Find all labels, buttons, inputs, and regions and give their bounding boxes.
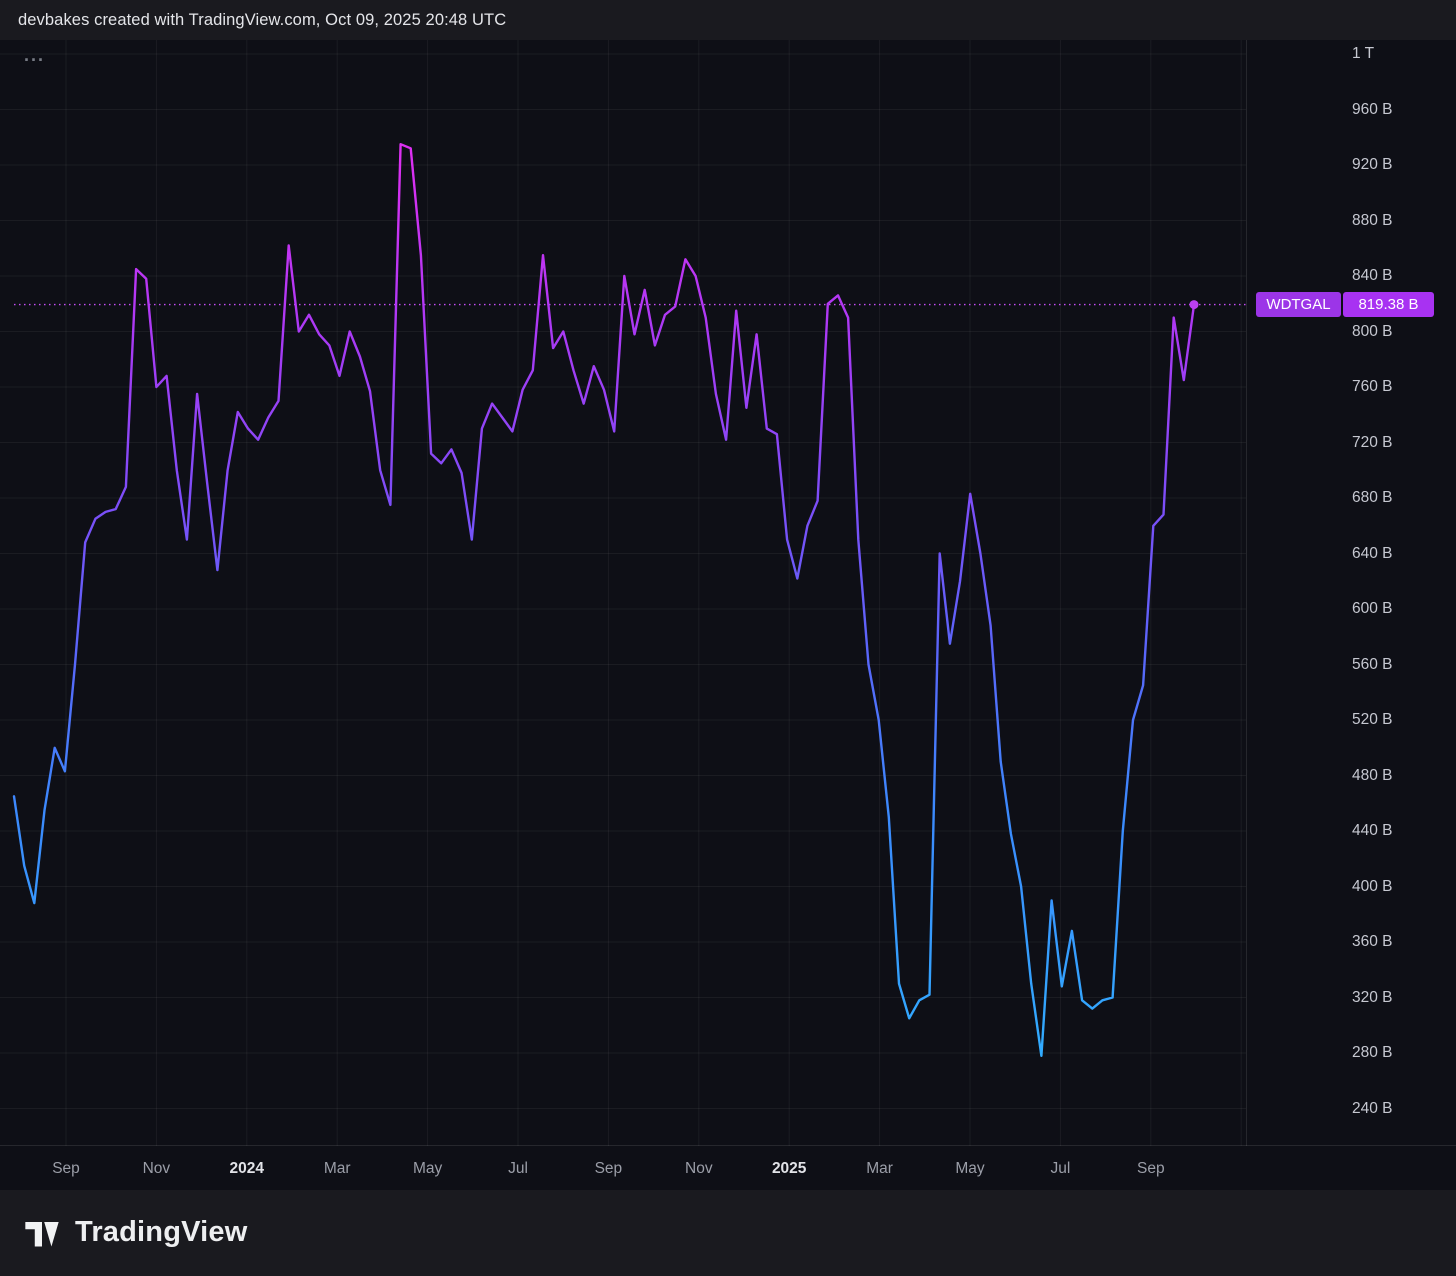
x-axis-label: Jul bbox=[473, 1160, 563, 1178]
x-axis-label: May bbox=[383, 1160, 473, 1178]
x-axis-label: May bbox=[925, 1160, 1015, 1178]
x-axis-label: 2025 bbox=[744, 1160, 834, 1178]
x-axis-label: Mar bbox=[835, 1160, 925, 1178]
symbol-label-badge: WDTGAL bbox=[1256, 292, 1341, 317]
x-axis-label: Jul bbox=[1015, 1160, 1105, 1178]
brand-wordmark: TradingView bbox=[75, 1216, 248, 1249]
y-axis-label: 640 B bbox=[1352, 545, 1393, 563]
y-axis-label: 360 B bbox=[1352, 933, 1393, 951]
y-axis-label: 480 B bbox=[1352, 767, 1393, 785]
price-axis[interactable]: 1 T 960 B 920 B 880 B 840 B 800 B 760 B 720 B 68… bbox=[0, 40, 1456, 1146]
last-price-badge: 819.38 B bbox=[1343, 292, 1434, 317]
x-axis-label: Mar bbox=[292, 1160, 382, 1178]
y-axis-label: 920 B bbox=[1352, 156, 1393, 174]
y-axis-label: 560 B bbox=[1352, 656, 1393, 674]
y-axis-label: 600 B bbox=[1352, 600, 1393, 618]
x-axis-label: Sep bbox=[21, 1160, 111, 1178]
tradingview-logo-icon bbox=[22, 1212, 62, 1252]
y-axis-label: 960 B bbox=[1352, 101, 1393, 119]
y-axis-label: 880 B bbox=[1352, 212, 1393, 230]
y-axis-label: 800 B bbox=[1352, 323, 1393, 341]
attribution-bar: devbakes created with TradingView.com, O… bbox=[0, 0, 1456, 40]
x-axis-label: Nov bbox=[111, 1160, 201, 1178]
footer: TradingView bbox=[0, 1190, 1456, 1276]
time-axis[interactable]: SepNov2024MarMayJulSepNov2025MarMayJulSe… bbox=[0, 1146, 1456, 1190]
y-axis-label: 440 B bbox=[1352, 822, 1393, 840]
y-axis-label: 680 B bbox=[1352, 489, 1393, 507]
y-axis-label: 240 B bbox=[1352, 1100, 1393, 1118]
tradingview-logo-link[interactable]: TradingView bbox=[22, 1212, 248, 1252]
x-axis-label: 2024 bbox=[202, 1160, 292, 1178]
x-axis-label: Nov bbox=[654, 1160, 744, 1178]
x-axis-label: Sep bbox=[1106, 1160, 1196, 1178]
attribution-text: devbakes created with TradingView.com, O… bbox=[18, 11, 506, 30]
y-axis-label: 320 B bbox=[1352, 989, 1393, 1007]
y-axis-label: 720 B bbox=[1352, 434, 1393, 452]
y-axis-label: 840 B bbox=[1352, 267, 1393, 285]
y-axis-label: 760 B bbox=[1352, 378, 1393, 396]
y-axis-label: 1 T bbox=[1352, 45, 1374, 63]
chart-panel: ... 1 T960 B920 B880 B840 B800 B760 B720… bbox=[0, 40, 1456, 1190]
y-axis-label: 520 B bbox=[1352, 711, 1393, 729]
y-axis-label: 400 B bbox=[1352, 878, 1393, 896]
x-axis-label: Sep bbox=[563, 1160, 653, 1178]
y-axis-label: 280 B bbox=[1352, 1044, 1393, 1062]
